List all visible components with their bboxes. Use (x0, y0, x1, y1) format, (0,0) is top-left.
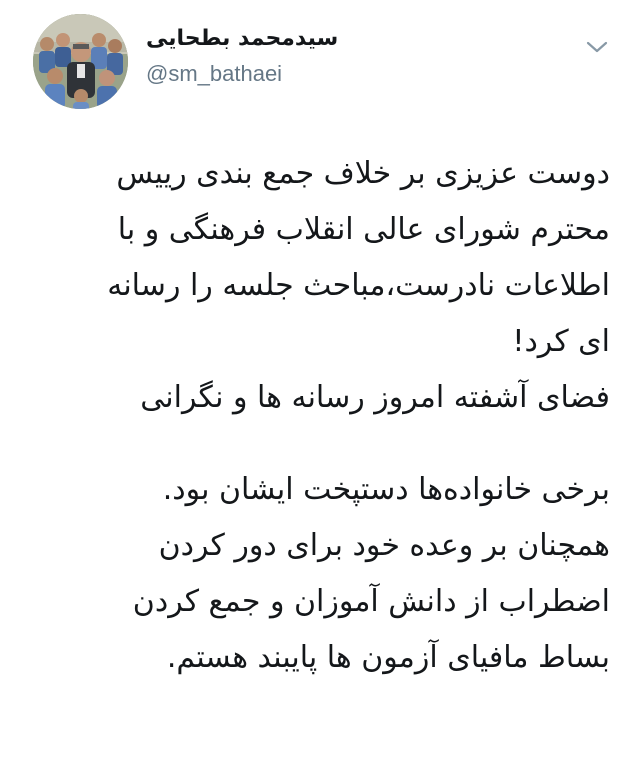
author-info: سیدمحمد بطحایی @sm_bathaei (146, 24, 396, 88)
tweet-text-line: برخی خانواده‌ها دستپخت ایشان بود. (162, 472, 610, 507)
tweet-text-line: همچنان بر وعده خود برای دور کردن (158, 528, 610, 563)
tweet-text-line: ای کرد! (512, 324, 610, 359)
profile-photo-group-icon (33, 14, 128, 109)
tweet-text-line: فضای آشفته امروز رسانه ها و نگرانی (140, 380, 610, 415)
tweet-text-line: بساط مافیای آزمون ها پایبند هستم. (166, 640, 610, 675)
tweet-menu-button[interactable] (584, 37, 610, 57)
author-handle[interactable]: @sm_bathaei (146, 60, 396, 88)
author-display-name[interactable]: سیدمحمد بطحایی (146, 24, 396, 54)
author-avatar[interactable] (33, 14, 128, 109)
tweet-text-line: دوست عزیزی بر خلاف جمع بندی رییس (116, 156, 610, 191)
tweet-text-line: اضطراب از دانش آموزان و جمع کردن (132, 584, 610, 619)
tweet-text-line: محترم شورای عالی انقلاب فرهنگی و با (117, 212, 610, 247)
tweet-card: سیدمحمد بطحایی @sm_bathaei دوست عزیزی بر… (0, 0, 639, 765)
chevron-down-icon (586, 41, 608, 53)
tweet-text: دوست عزیزی بر خلاف جمع بندی رییس محترم ش… (40, 146, 610, 686)
tweet-text-line: اطلاعات نادرست،مباحث جلسه را رسانه (107, 268, 610, 303)
tweet-header: سیدمحمد بطحایی @sm_bathaei (0, 0, 639, 120)
